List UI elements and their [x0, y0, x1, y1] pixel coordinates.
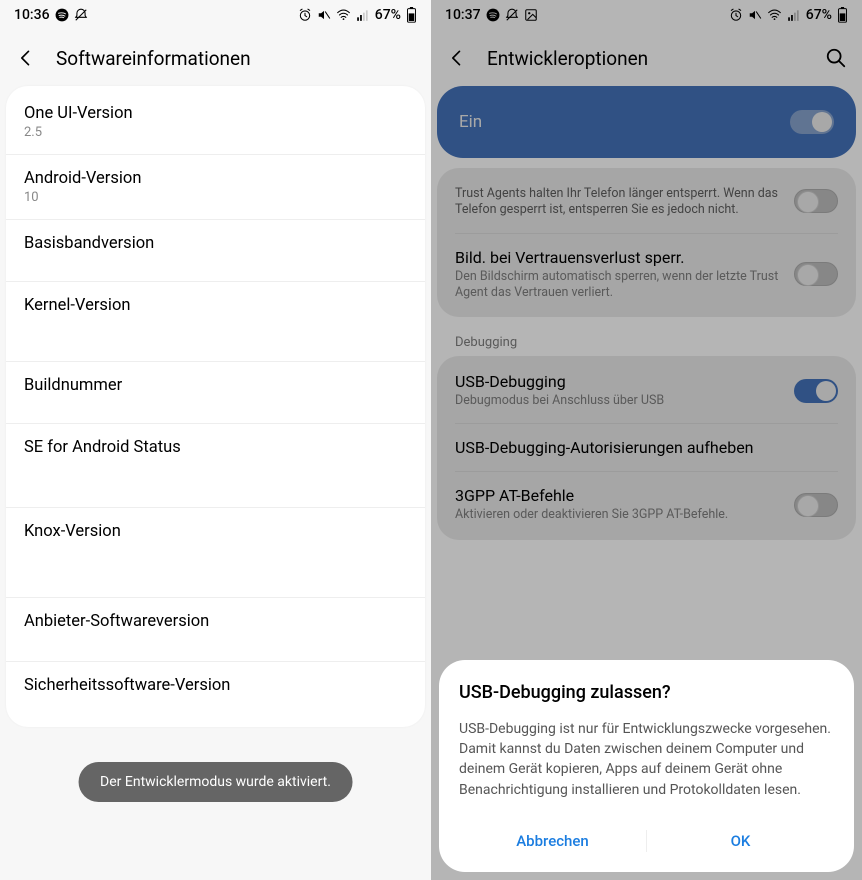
item-build-number[interactable]: Buildnummer [6, 362, 425, 424]
item-title: Anbieter-Softwareversion [24, 612, 407, 631]
signal-icon [787, 8, 801, 22]
item-title: Buildnummer [24, 376, 407, 395]
item-sub: Trust Agents halten Ihr Telefon länger e… [455, 186, 782, 219]
back-button[interactable] [445, 46, 469, 70]
item-one-ui-version[interactable]: One UI-Version 2.5 [6, 90, 425, 155]
header: Softwareinformationen [0, 30, 431, 86]
battery-icon [837, 7, 848, 23]
item-title: Knox-Version [24, 522, 407, 541]
battery-icon [406, 7, 417, 23]
mute-icon [748, 8, 762, 22]
page-title: Entwickleroptionen [487, 47, 806, 70]
back-button[interactable] [14, 46, 38, 70]
header: Entwickleroptionen [431, 30, 862, 86]
spotify-icon [486, 8, 500, 22]
at-commands-toggle[interactable] [794, 493, 838, 517]
toast-dev-mode-enabled: Der Entwicklermodus wurde aktiviert. [78, 762, 353, 802]
item-lock-on-trust-loss[interactable]: Bild. bei Vertrauensverlust sperr. Den B… [437, 234, 856, 316]
phone-right: 10:37 67% Entwickleroptionen [431, 0, 862, 880]
section-debugging-label: Debugging [437, 323, 856, 356]
dialog-ok-button[interactable]: OK [647, 820, 834, 862]
item-title: Basisbandversion [24, 234, 407, 253]
item-knox-version[interactable]: Knox-Version [6, 508, 425, 598]
alarm-icon [729, 8, 743, 22]
item-sub: 2.5 [24, 125, 407, 140]
item-3gpp-at-commands[interactable]: 3GPP AT-Befehle Aktivieren oder deaktivi… [437, 472, 856, 537]
item-title: 3GPP AT-Befehle [455, 486, 782, 505]
usb-debugging-dialog: USB-Debugging zulassen? USB-Debugging is… [439, 660, 854, 872]
item-trust-agents-desc: Trust Agents halten Ihr Telefon länger e… [437, 170, 856, 233]
item-sub: 10 [24, 190, 407, 205]
item-usb-debugging[interactable]: USB-Debugging Debugmodus bei Anschluss ü… [437, 358, 856, 423]
lock-trust-loss-toggle[interactable] [794, 262, 838, 286]
gallery-icon [524, 8, 538, 22]
item-provider-software-version[interactable]: Anbieter-Softwareversion [6, 598, 425, 662]
main-toggle-card[interactable]: Ein [437, 86, 856, 158]
status-time: 10:36 [14, 7, 50, 23]
item-title: USB-Debugging [455, 372, 782, 391]
wifi-icon [336, 8, 351, 22]
usb-debugging-toggle[interactable] [794, 379, 838, 403]
item-sub: Aktivieren oder deaktivieren Sie 3GPP AT… [455, 507, 782, 523]
item-title: Kernel-Version [24, 296, 407, 315]
signal-icon [356, 8, 370, 22]
item-revoke-usb-auth[interactable]: USB-Debugging-Autorisierungen aufheben [437, 424, 856, 471]
phone-left: 10:36 67% Softwareinformationen [0, 0, 431, 880]
item-title: SE for Android Status [24, 438, 407, 457]
item-title: USB-Debugging-Autorisierungen aufheben [455, 438, 838, 457]
status-battery-pct: 67% [806, 7, 832, 23]
item-se-android-status[interactable]: SE for Android Status [6, 424, 425, 508]
page-title: Softwareinformationen [56, 47, 417, 70]
item-sub: Debugmodus bei Anschluss über USB [455, 393, 782, 409]
alarm-icon [298, 8, 312, 22]
main-toggle-label: Ein [459, 112, 482, 132]
item-title: Bild. bei Vertrauensverlust sperr. [455, 248, 782, 267]
item-title: Sicherheitssoftware-Version [24, 676, 407, 695]
item-baseband-version[interactable]: Basisbandversion [6, 220, 425, 282]
spotify-icon [55, 8, 69, 22]
item-title: Android-Version [24, 169, 407, 188]
wifi-icon [767, 8, 782, 22]
dnd-icon [74, 8, 88, 22]
status-time: 10:37 [445, 7, 481, 23]
item-android-version[interactable]: Android-Version 10 [6, 155, 425, 220]
dnd-icon [505, 8, 519, 22]
status-bar: 10:36 67% [0, 0, 431, 30]
item-title: One UI-Version [24, 104, 407, 123]
status-battery-pct: 67% [375, 7, 401, 23]
mute-icon [317, 8, 331, 22]
dialog-cancel-button[interactable]: Abbrechen [459, 820, 646, 862]
dialog-body: USB-Debugging ist nur für Entwicklungszw… [459, 719, 834, 800]
dialog-title: USB-Debugging zulassen? [459, 682, 834, 703]
item-kernel-version[interactable]: Kernel-Version [6, 282, 425, 362]
software-info-card: One UI-Version 2.5 Android-Version 10 Ba… [6, 86, 425, 727]
item-sub: Den Bildschirm automatisch sperren, wenn… [455, 269, 782, 302]
item-security-software-version[interactable]: Sicherheitssoftware-Version [6, 662, 425, 723]
search-button[interactable] [824, 46, 848, 70]
main-toggle[interactable] [790, 110, 834, 134]
status-bar: 10:37 67% [431, 0, 862, 30]
trust-agents-toggle[interactable] [794, 189, 838, 213]
